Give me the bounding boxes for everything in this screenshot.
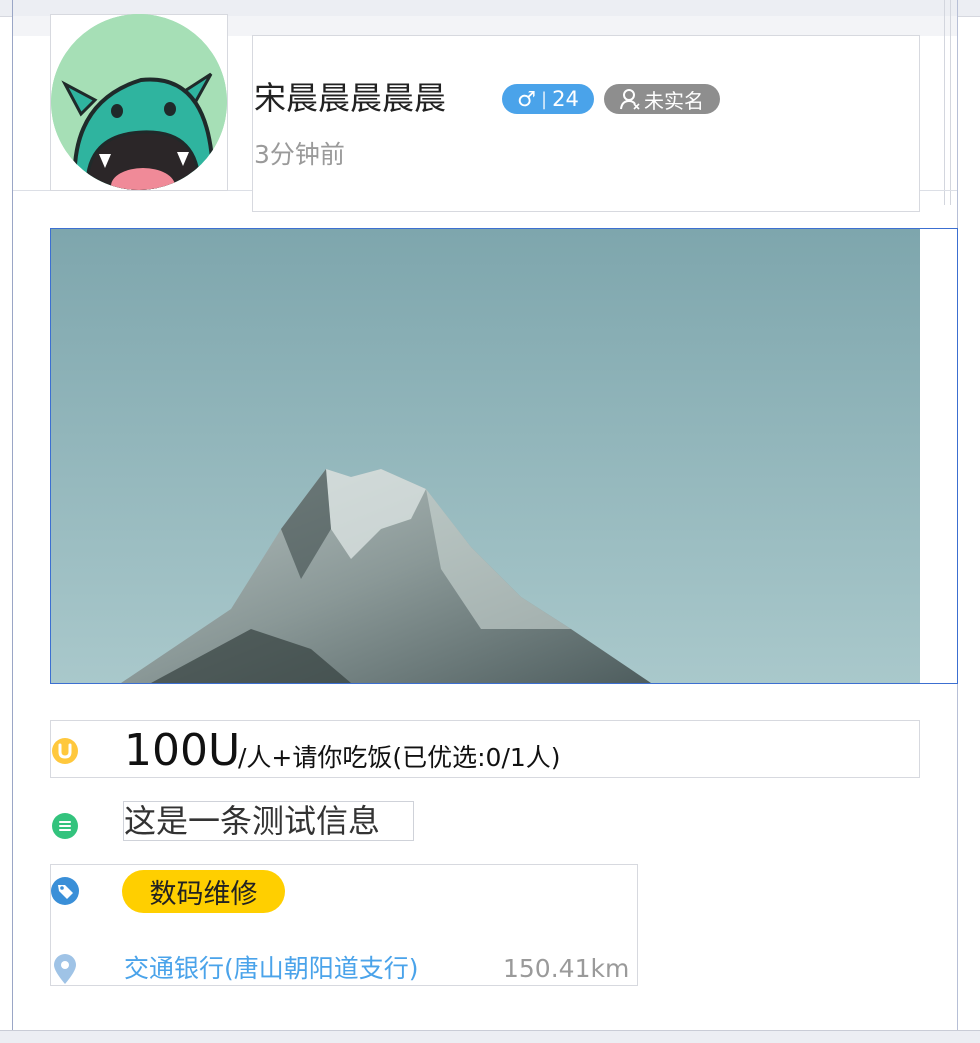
left-border [12,0,13,1042]
tag-icon [51,877,79,905]
reward-detail: /人+请你吃饭(已优选:0/1人) [238,743,561,772]
location-link[interactable]: 交通银行(唐山朝阳道支行) [124,953,419,985]
profile-info-box[interactable] [252,35,920,212]
scrollbar[interactable] [944,0,951,205]
male-icon: ♂ [517,87,536,111]
verify-status-label: 未实名 [644,88,704,113]
reward-amount: 100U [124,725,241,776]
mountain-photo [51,229,920,683]
post-time: 3分钟前 [254,140,345,169]
bottom-bar [0,1030,980,1043]
age-value: 24 [552,87,579,111]
map-pin-icon [54,954,76,984]
description-text: 这是一条测试信息 [124,802,381,840]
distance-text: 150.41km [503,954,630,983]
avatar[interactable] [51,14,227,190]
list-lines-icon [52,813,78,839]
category-tag[interactable]: 数码维修 [122,870,285,913]
badge-separator: | [541,88,548,110]
post-image[interactable] [51,229,920,683]
verify-status-badge: 未实名 [604,84,720,114]
user-icon [620,89,640,110]
gender-age-badge: ♂ | 24 [502,84,594,114]
username[interactable]: 宋晨晨晨晨晨 [254,78,446,118]
green-monster-avatar-icon [51,14,227,190]
coin-u-icon [52,738,78,764]
